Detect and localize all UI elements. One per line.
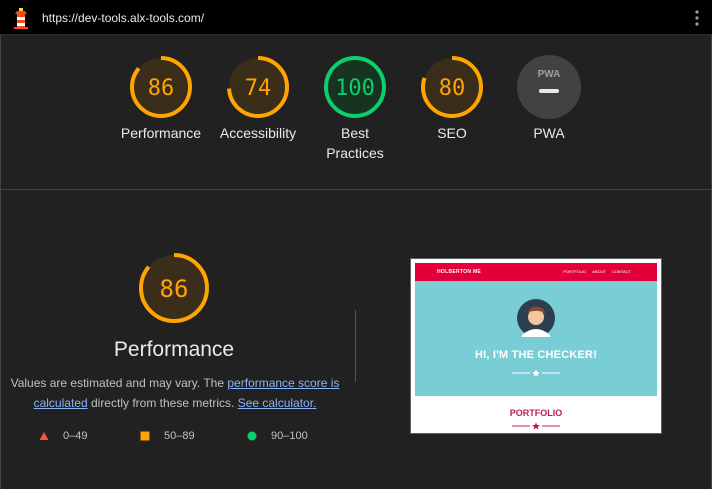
legend-pass-range: 90–100 bbox=[271, 430, 308, 442]
page-screenshot[interactable]: HOLBERTON ME PORTFOLIO ABOUT CONTACT HI,… bbox=[410, 258, 662, 434]
gauge-seo[interactable]: 80 SEO bbox=[402, 55, 502, 143]
screenshot-hero-title: HI, I'M THE CHECKER! bbox=[474, 349, 598, 361]
performance-score: 86 bbox=[160, 275, 189, 303]
lighthouse-logo-icon bbox=[14, 8, 28, 29]
performance-title: Performance bbox=[113, 338, 235, 361]
triangle-icon bbox=[39, 432, 49, 440]
star-divider-icon bbox=[512, 422, 560, 430]
gauge-label: PWA bbox=[533, 125, 565, 141]
more-menu-icon[interactable] bbox=[694, 10, 700, 26]
screenshot-section-title: PORTFOLIO bbox=[509, 408, 563, 418]
screenshot-brand: HOLBERTON ME bbox=[437, 269, 482, 275]
screenshot-nav-link: CONTACT bbox=[611, 269, 631, 274]
gauge-ring: 100 bbox=[324, 56, 386, 118]
screenshot-nav-link: PORTFOLIO bbox=[563, 269, 587, 274]
gauge-ring: 86 bbox=[130, 56, 192, 118]
gauge-best-practices[interactable]: 100 Best Practices bbox=[305, 55, 405, 163]
square-icon bbox=[140, 431, 150, 441]
gauge-score: 86 bbox=[148, 76, 175, 101]
screenshot-navbar: HOLBERTON ME PORTFOLIO ABOUT CONTACT bbox=[415, 263, 657, 281]
gauge-label-line1: Best bbox=[340, 125, 369, 141]
see-calculator-link[interactable]: See calculator. bbox=[238, 396, 317, 410]
gauge-ring: 74 bbox=[227, 56, 289, 118]
gauge-score: 100 bbox=[335, 76, 375, 101]
report-url[interactable]: https://dev-tools.alx-tools.com/ bbox=[42, 11, 204, 25]
avatar-icon bbox=[517, 299, 555, 337]
gauge-label: Accessibility bbox=[219, 125, 297, 141]
legend-average-range: 50–89 bbox=[164, 430, 195, 442]
screenshot-nav-link: ABOUT bbox=[592, 269, 606, 274]
star-divider-icon bbox=[512, 369, 560, 377]
gauge-ring: 80 bbox=[421, 56, 483, 118]
screenshot-nav-links: PORTFOLIO ABOUT CONTACT bbox=[563, 269, 631, 274]
gauge-performance[interactable]: 86 Performance bbox=[111, 55, 211, 143]
gauge-ring: 86 bbox=[139, 253, 209, 323]
legend-fail-range: 0–49 bbox=[63, 430, 88, 442]
section-divider bbox=[0, 189, 712, 190]
desc-text-1: Values are estimated and may vary. The bbox=[10, 376, 228, 390]
legend-average: 50–89 bbox=[140, 430, 195, 442]
performance-big-gauge: 86 bbox=[138, 252, 210, 324]
pwa-badge-icon: PWA bbox=[517, 55, 581, 119]
vertical-divider bbox=[355, 310, 356, 382]
performance-description: Values are estimated and may vary. The p… bbox=[8, 373, 342, 413]
screenshot-hero: HI, I'M THE CHECKER! bbox=[415, 281, 657, 396]
legend-fail: 0–49 bbox=[39, 430, 87, 442]
gauge-pwa[interactable]: PWA PWA bbox=[499, 55, 599, 143]
gauge-accessibility[interactable]: 74 Accessibility bbox=[208, 55, 308, 143]
top-bar: https://dev-tools.alx-tools.com/ bbox=[0, 0, 712, 35]
gauge-label: Performance bbox=[120, 125, 202, 141]
desc-text-2: directly from these metrics. bbox=[87, 396, 238, 410]
gauge-label-line2: Practices bbox=[326, 145, 384, 161]
gauge-score: 74 bbox=[245, 76, 272, 101]
gauge-score: 80 bbox=[439, 76, 466, 101]
circle-icon bbox=[247, 431, 257, 441]
gauge-label: SEO bbox=[437, 125, 467, 141]
legend-pass: 90–100 bbox=[247, 430, 308, 442]
pwa-badge-text: PWA bbox=[538, 69, 561, 80]
